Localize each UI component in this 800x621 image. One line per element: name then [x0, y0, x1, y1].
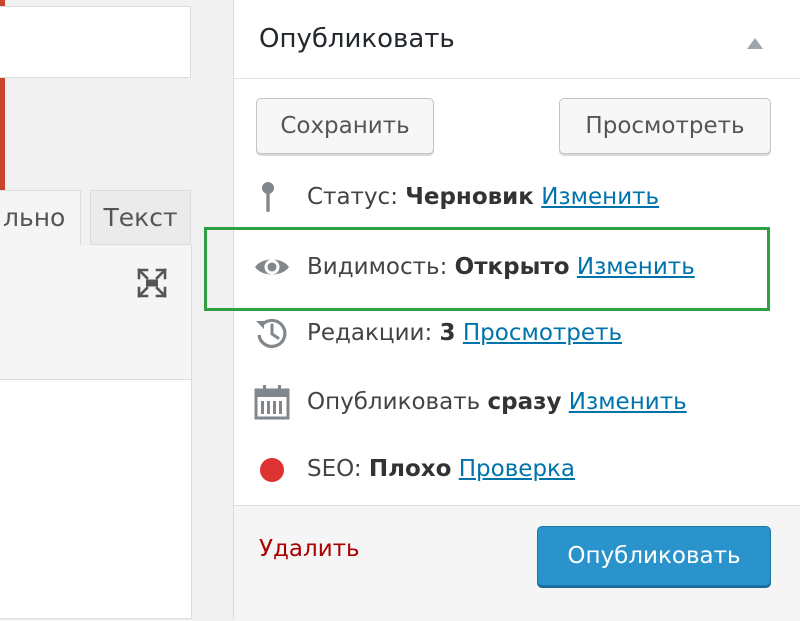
schedule-edit-link[interactable]: Изменить — [569, 389, 687, 415]
editor-content-area[interactable] — [0, 379, 192, 619]
tab-visual[interactable]: льно — [0, 190, 81, 246]
schedule-row: Опубликовать сразу Изменить — [234, 380, 800, 424]
tab-text-label: Текст — [103, 203, 178, 232]
seo-row: SEO: Плохо Проверка — [234, 447, 800, 491]
revisions-row: Редакции: 3 Просмотреть — [234, 311, 800, 355]
triangle-up-icon[interactable] — [747, 38, 763, 49]
post-title-input[interactable] — [0, 6, 191, 78]
publish-button[interactable]: Опубликовать — [537, 526, 771, 586]
pin-icon — [262, 182, 274, 212]
revisions-view-link[interactable]: Просмотреть — [463, 320, 622, 346]
title-divider — [234, 78, 800, 79]
delete-link[interactable]: Удалить — [259, 536, 360, 562]
red-dot-icon — [260, 458, 284, 482]
seo-check-link[interactable]: Проверка — [459, 456, 575, 482]
seo-label: SEO: — [307, 456, 362, 482]
seo-value: Плохо — [368, 456, 452, 482]
revisions-label: Редакции: — [307, 320, 433, 346]
status-edit-link[interactable]: Изменить — [541, 184, 659, 210]
schedule-label: Опубликовать — [307, 389, 481, 415]
visibility-highlight-box — [204, 227, 770, 311]
publish-box-title: Опубликовать — [259, 24, 455, 54]
editor-toolbar — [0, 245, 192, 380]
status-row: Статус: Черновик Изменить — [234, 175, 800, 219]
preview-button[interactable]: Просмотреть — [559, 98, 771, 154]
tab-text[interactable]: Текст — [90, 190, 191, 245]
calendar-icon — [254, 385, 290, 420]
revisions-count: 3 — [439, 320, 456, 346]
status-value: Черновик — [405, 184, 534, 210]
publish-actions: Удалить Опубликовать — [234, 505, 800, 621]
status-label: Статус: — [307, 184, 398, 210]
tab-visual-label: льно — [3, 203, 66, 232]
history-icon — [256, 318, 287, 348]
schedule-value: сразу — [487, 389, 562, 415]
save-draft-button[interactable]: Сохранить — [256, 98, 434, 154]
fullscreen-icon[interactable] — [136, 267, 168, 299]
